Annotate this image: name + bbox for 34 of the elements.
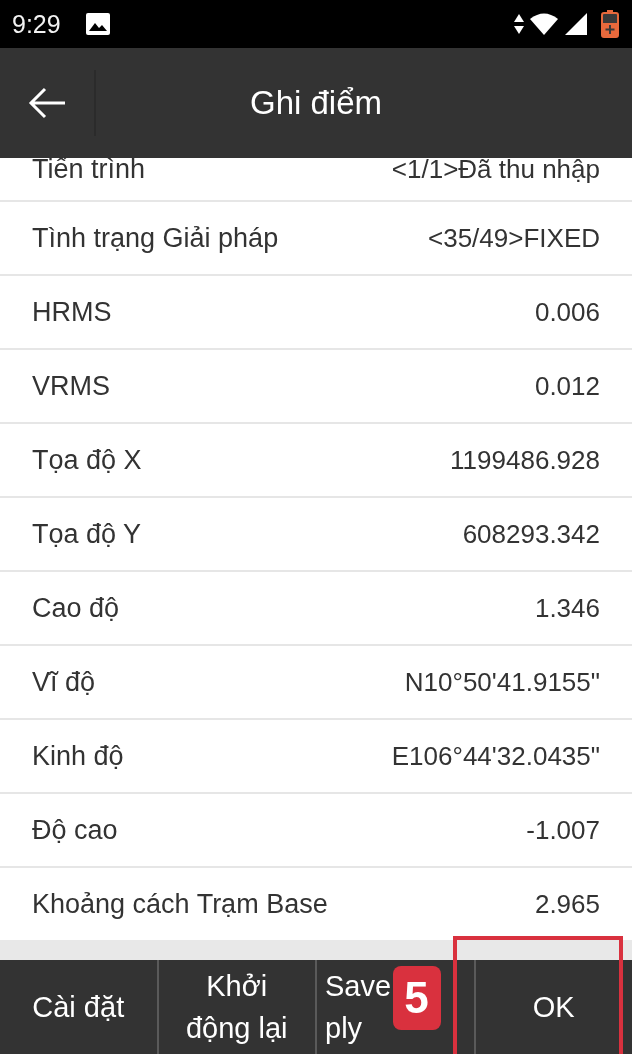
field-value: 608293.342: [462, 518, 600, 550]
toolbar-button[interactable]: OK: [475, 960, 632, 1054]
screen-title: Ghi điểm: [248, 84, 384, 122]
field-label: Tiến trình: [32, 155, 146, 185]
back-arrow-icon: [27, 87, 67, 119]
battery-icon: [601, 10, 619, 38]
data-arrows-icon: [514, 14, 524, 34]
field-label: HRMS: [32, 296, 112, 328]
field-label: Cao độ: [32, 592, 120, 624]
image-icon: [85, 13, 110, 35]
field-label: Vĩ độ: [32, 666, 96, 698]
field-value: -1.007: [526, 814, 600, 846]
toolbar-button[interactable]: Cài đặt: [0, 960, 157, 1054]
field-label: Tình trạng Giải pháp: [32, 222, 279, 254]
field-value: 1.346: [534, 592, 600, 624]
toolbar-button[interactable]: Khởi động lại: [158, 960, 315, 1054]
field-label: Khoảng cách Trạm Base: [32, 888, 328, 920]
field-value: 1199486.928: [450, 444, 600, 476]
field-label: Tọa độ X: [32, 444, 142, 476]
field-label: VRMS: [32, 370, 110, 402]
wifi-icon: [530, 13, 558, 35]
field-label: Độ cao: [32, 814, 118, 846]
field-value: E106°44'32.0435": [391, 740, 600, 772]
field-value: 0.006: [534, 296, 600, 328]
step-badge: 5: [392, 966, 441, 1030]
field-label: Tọa độ Y: [32, 518, 142, 550]
signal-icon: [565, 13, 587, 35]
field-value: <35/49>FIXED: [428, 222, 600, 254]
field-value: 2.965: [534, 888, 600, 920]
field-value: N10°50'41.9155": [404, 666, 600, 698]
field-label: Kinh độ: [32, 740, 124, 772]
status-time: 9:29: [12, 9, 61, 39]
field-value: 0.012: [534, 370, 600, 402]
field-value: <1/1>Đã thu nhập: [391, 155, 600, 184]
